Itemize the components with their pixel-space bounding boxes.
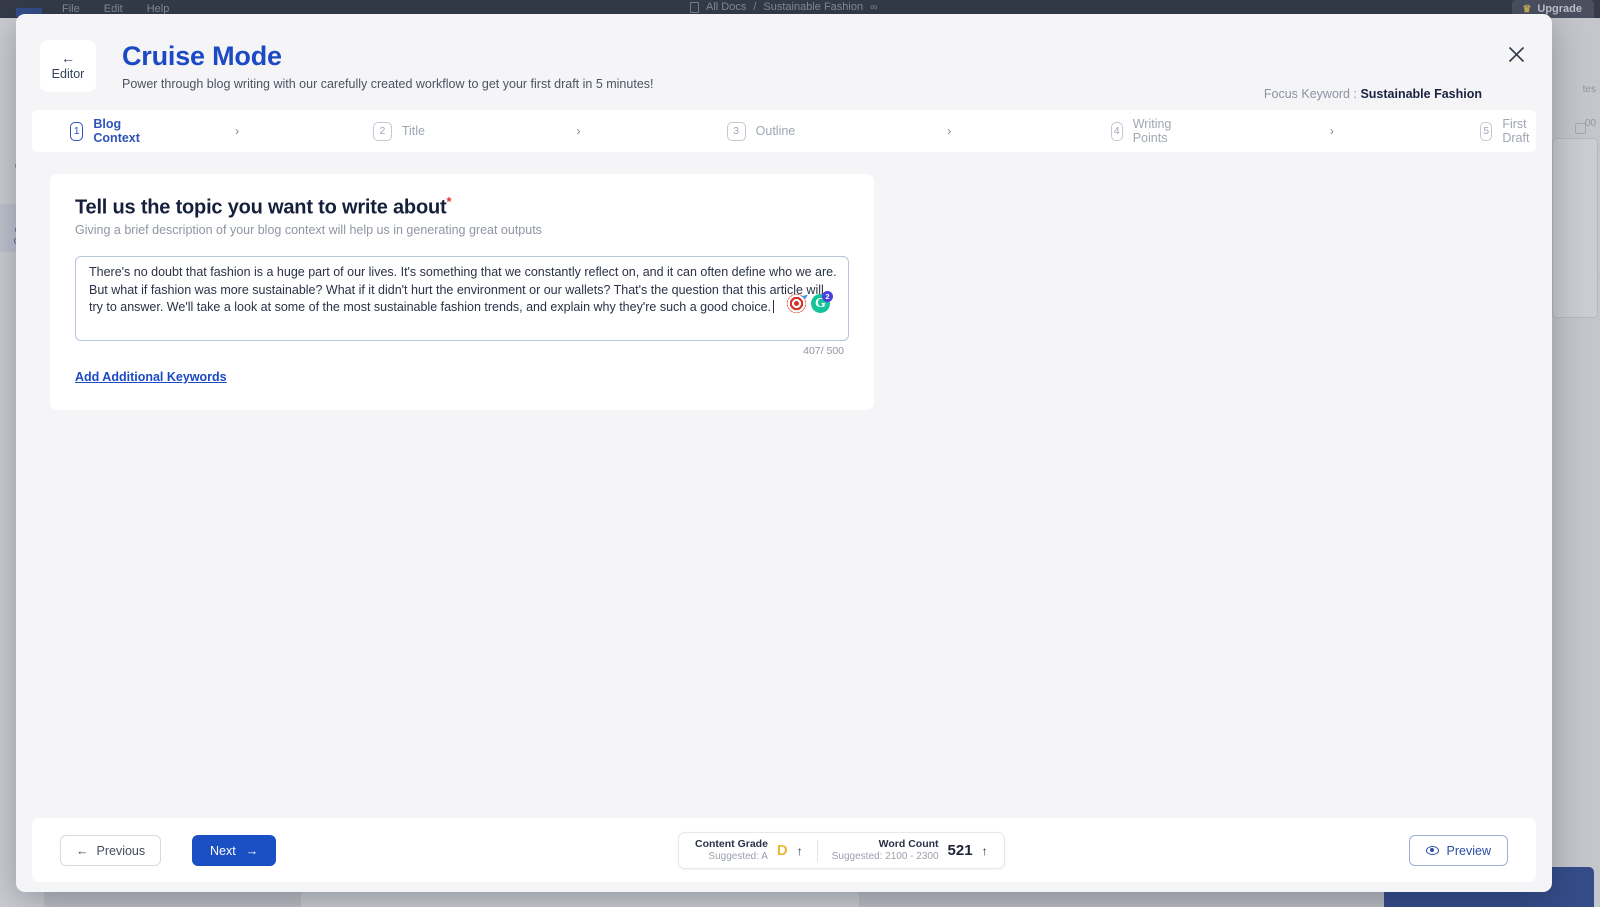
page-subtitle: Power through blog writing with our care… [122,77,654,91]
character-counter: 407/ 500 [803,345,844,357]
word-count-title: Word Count [832,838,939,851]
grammarly-icon[interactable]: G2 [811,294,830,313]
add-additional-keywords-link[interactable]: Add Additional Keywords [75,370,227,384]
arrow-left-icon: ← [76,844,89,858]
step-writing-points[interactable]: 4 Writing Points [1111,117,1179,145]
metrics-panel: Content Grade Suggested: A D ↑ Word Coun… [678,832,1005,869]
content-grade-value: D [777,842,788,859]
step-separator-icon: › [947,124,951,138]
text-cursor [773,300,774,313]
modal-header: ← Editor Cruise Mode Power through blog … [16,14,1552,110]
step-label: Blog Context [93,117,145,145]
question-title: Tell us the topic you want to write abou… [75,194,451,220]
step-number: 1 [70,122,83,141]
title-block: Cruise Mode Power through blog writing w… [122,40,654,91]
metrics-divider [817,840,818,862]
step-label: Title [402,124,425,138]
close-icon[interactable] [1502,40,1530,68]
focus-keyword-value: Sustainable Fashion [1360,87,1482,101]
page-title: Cruise Mode [122,40,654,73]
step-number: 4 [1111,122,1123,141]
previous-button-label: Previous [97,844,146,858]
required-asterisk: * [446,194,451,209]
arrow-up-icon: ↑ [797,844,803,858]
next-button-label: Next [210,844,236,858]
focus-keyword: Focus Keyword : Sustainable Fashion [1264,87,1482,101]
focus-keyword-label: Focus Keyword : [1264,87,1357,101]
modal-footer: ← Previous Next → Content Grade Suggeste… [32,818,1536,882]
arrow-left-icon: ← [61,51,75,65]
content-grade-title: Content Grade [695,838,768,851]
textarea-icon-group: G2 [787,294,830,313]
cruise-mode-modal: ← Editor Cruise Mode Power through blog … [16,14,1552,892]
word-count-metric[interactable]: Word Count Suggested: 2100 - 2300 521 ↑ [832,838,988,863]
step-number: 3 [727,122,746,141]
back-to-editor-button[interactable]: ← Editor [40,40,96,92]
question-subtitle: Giving a brief description of your blog … [75,223,542,237]
step-label: Outline [756,124,796,138]
step-title[interactable]: 2 Title [373,122,425,141]
arrow-right-icon: → [246,844,259,858]
question-title-text: Tell us the topic you want to write abou… [75,197,446,219]
next-button[interactable]: Next → [192,835,276,866]
step-number: 5 [1480,122,1492,141]
previous-button[interactable]: ← Previous [60,835,161,866]
grammarly-badge: 2 [822,291,833,302]
word-count-value: 521 [948,842,973,859]
word-count-suggested: Suggested: 2100 - 2300 [832,851,939,863]
content-grade-metric[interactable]: Content Grade Suggested: A D ↑ [695,838,803,863]
step-separator-icon: › [577,124,581,138]
step-label: Writing Points [1133,117,1179,145]
step-number: 2 [373,122,392,141]
step-separator-icon: › [235,124,239,138]
blog-context-textarea[interactable]: There's no doubt that fashion is a huge … [75,256,849,341]
preview-button-label: Preview [1447,844,1491,858]
step-label: First Draft [1502,117,1536,145]
eye-icon [1426,846,1439,855]
preview-button[interactable]: Preview [1409,835,1508,866]
content-grade-suggested: Suggested: A [695,851,768,863]
back-button-label: Editor [52,67,85,81]
blog-context-card: Tell us the topic you want to write abou… [50,174,874,410]
workflow-stepper: 1 Blog Context › 2 Title › 3 Outline › 4… [32,110,1536,152]
step-blog-context[interactable]: 1 Blog Context [70,117,146,145]
step-separator-icon: › [1330,124,1334,138]
textarea-value: There's no doubt that fashion is a huge … [89,264,839,317]
arrow-up-icon: ↑ [982,844,988,858]
step-outline[interactable]: 3 Outline [727,122,796,141]
step-first-draft[interactable]: 5 First Draft [1480,117,1536,145]
target-icon[interactable] [787,294,806,313]
